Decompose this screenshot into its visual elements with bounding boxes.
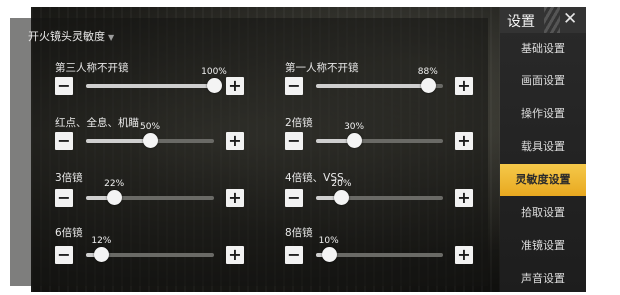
slider-value: 50% — [139, 122, 161, 132]
section-title-text: 开火镜头灵敏度 — [28, 30, 105, 43]
slider-value: 30% — [344, 122, 365, 132]
sidebar-item[interactable]: 灵敏度设置 — [500, 164, 586, 196]
close-icon[interactable]: ✕ — [563, 9, 577, 29]
sidebar-item[interactable]: 操作设置 — [500, 98, 586, 130]
slider-thumb[interactable] — [321, 247, 337, 262]
settings-panel — [10, 18, 488, 286]
header-stripes — [544, 7, 560, 33]
slider-thumb[interactable] — [143, 133, 158, 148]
slider-thumb[interactable] — [207, 78, 222, 93]
increase-button[interactable]: + — [455, 189, 473, 207]
sensitivity-slider[interactable]: 20% — [316, 179, 443, 205]
section-title: 开火镜头灵敏度 ▼ — [28, 28, 114, 44]
slider-value: 12% — [91, 236, 112, 246]
sidebar-item[interactable]: 载具设置 — [500, 131, 586, 163]
slider-value: 10% — [318, 236, 339, 246]
slider-value: 22% — [104, 179, 125, 189]
sensitivity-slider[interactable]: 10% — [316, 236, 443, 262]
decrease-button[interactable]: − — [285, 77, 303, 95]
slider-value: 88% — [417, 67, 438, 77]
slider-label: 红点、全息、机瞄 — [55, 117, 139, 129]
sidebar-header: 设置 ✕ — [500, 7, 586, 33]
sensitivity-slider[interactable]: 88% — [316, 67, 443, 93]
increase-button[interactable]: + — [226, 132, 244, 150]
slider-fill — [316, 84, 428, 88]
slider-label: 第一人称不开镜 — [285, 62, 359, 74]
sensitivity-slider[interactable]: 50% — [86, 122, 214, 148]
sensitivity-slider[interactable]: 22% — [86, 179, 214, 205]
slider-label: 3倍镜 — [55, 172, 83, 184]
section-title-chevron-icon: ▼ — [108, 33, 115, 42]
decrease-button[interactable]: − — [285, 132, 303, 150]
sensitivity-slider[interactable]: 100% — [86, 67, 227, 93]
decrease-button[interactable]: − — [55, 132, 73, 150]
sidebar-title: 设置 — [507, 14, 535, 30]
slider-label: 6倍镜 — [55, 227, 83, 239]
slider-thumb[interactable] — [347, 133, 363, 148]
increase-button[interactable]: + — [455, 132, 473, 150]
sensitivity-slider[interactable]: 12% — [86, 236, 214, 262]
sidebar-item[interactable]: 拾取设置 — [500, 197, 586, 229]
decrease-button[interactable]: − — [285, 246, 303, 264]
sidebar-item[interactable]: 画面设置 — [500, 65, 586, 97]
decrease-button[interactable]: − — [55, 77, 73, 95]
increase-button[interactable]: + — [455, 246, 473, 264]
decrease-button[interactable]: − — [55, 246, 73, 264]
sensitivity-slider[interactable]: 30% — [316, 122, 443, 148]
increase-button[interactable]: + — [226, 189, 244, 207]
slider-thumb[interactable] — [420, 78, 436, 93]
slider-fill — [86, 139, 150, 143]
slider-label: 2倍镜 — [285, 117, 313, 129]
sidebar-item[interactable]: 基础设置 — [500, 33, 586, 65]
slider-label: 第三人称不开镜 — [55, 62, 129, 74]
sidebar-item[interactable]: 准镜设置 — [500, 230, 586, 262]
slider-value: 20% — [331, 179, 352, 189]
slider-fill — [86, 84, 214, 88]
slider-label: 8倍镜 — [285, 227, 313, 239]
increase-button[interactable]: + — [455, 77, 473, 95]
decrease-button[interactable]: − — [55, 189, 73, 207]
increase-button[interactable]: + — [226, 77, 244, 95]
slider-value: 100% — [201, 67, 227, 77]
settings-sidebar: 设置 ✕ 基础设置 画面设置 操作设置 载具设置 灵敏度设置 拾取设置 准镜设置 声音设置 — [500, 7, 586, 292]
sidebar-item[interactable]: 声音设置 — [500, 263, 586, 292]
decrease-button[interactable]: − — [285, 189, 303, 207]
increase-button[interactable]: + — [226, 246, 244, 264]
